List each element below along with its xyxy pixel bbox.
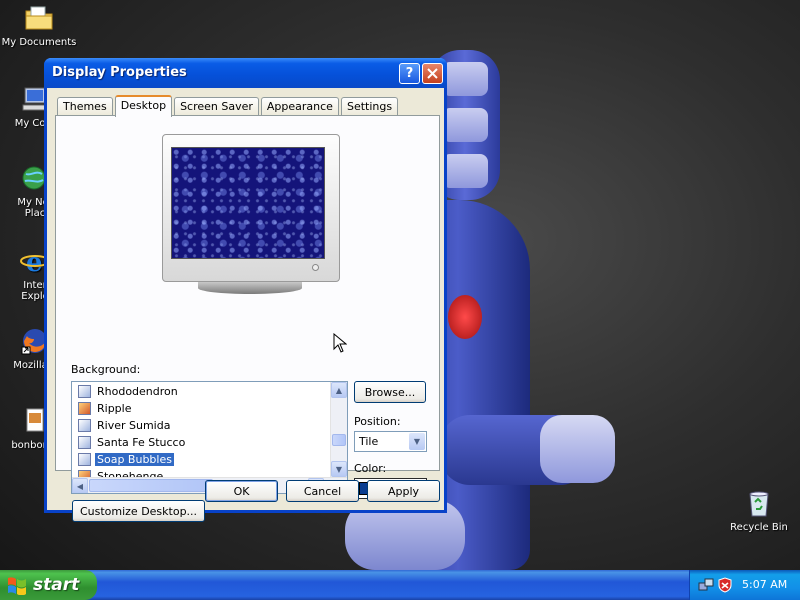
- windows-logo-icon: [8, 577, 26, 595]
- clock[interactable]: 5:07 AM: [742, 578, 787, 591]
- list-item-label: Soap Bubbles: [95, 453, 174, 466]
- folder-icon: [23, 2, 55, 34]
- horizontal-scroll-thumb[interactable]: [89, 479, 213, 492]
- scroll-down-button[interactable]: ▼: [331, 461, 347, 477]
- desktop-icon-label: My Documents: [1, 37, 77, 48]
- close-button[interactable]: [422, 63, 443, 84]
- customize-desktop-button[interactable]: Customize Desktop...: [72, 500, 205, 522]
- desktop-tab-panel: Background: Rhododendron Ripple River Su…: [55, 115, 440, 522]
- chevron-down-icon[interactable]: ▼: [409, 433, 425, 450]
- list-item[interactable]: Ripple: [78, 401, 134, 416]
- wallpaper-preview: [171, 147, 325, 259]
- tab-appearance[interactable]: Appearance: [260, 97, 339, 116]
- scroll-left-button[interactable]: ◀: [72, 478, 88, 493]
- position-label: Position:: [354, 415, 401, 428]
- chevron-left-icon: ◀: [76, 481, 84, 491]
- desktop-icon-label: Plac: [24, 208, 46, 219]
- wallpaper-ear-segment: [442, 108, 488, 142]
- bitmap-icon: [78, 419, 91, 432]
- tab-strip: Themes Desktop Screen Saver Appearance S…: [57, 94, 400, 117]
- help-button[interactable]: ?: [399, 63, 420, 84]
- color-label: Color:: [354, 462, 387, 475]
- taskbar: start 5:07 AM: [0, 570, 800, 600]
- network-tray-icon[interactable]: [698, 577, 714, 593]
- desktop-icon-label: Recycle Bin: [730, 522, 788, 533]
- desktop-icon-my-documents[interactable]: My Documents: [0, 2, 78, 48]
- list-item[interactable]: Rhododendron: [78, 384, 180, 399]
- list-item-label: River Sumida: [97, 419, 171, 432]
- list-item[interactable]: Santa Fe Stucco: [78, 435, 187, 450]
- position-select[interactable]: Tile ▼: [354, 431, 427, 452]
- monitor-preview: [162, 134, 340, 282]
- tab-settings[interactable]: Settings: [340, 97, 399, 116]
- apply-button[interactable]: Apply: [367, 480, 440, 502]
- start-button[interactable]: start: [0, 570, 97, 600]
- list-item-selected[interactable]: Soap Bubbles: [78, 452, 174, 467]
- ok-button[interactable]: OK: [205, 480, 278, 502]
- recycle-bin-icon: [743, 487, 775, 519]
- bitmap-icon: [78, 436, 91, 449]
- monitor-power-led: [312, 264, 319, 271]
- tab-themes[interactable]: Themes: [57, 97, 113, 116]
- wallpaper-hand: [540, 415, 615, 483]
- position-value: Tile: [359, 435, 379, 448]
- chevron-down-icon: ▼: [335, 464, 343, 474]
- wallpaper-ear-segment: [442, 62, 488, 96]
- background-label: Background:: [71, 363, 141, 376]
- wallpaper-ear-segment: [442, 154, 488, 188]
- svg-text:e: e: [26, 248, 43, 275]
- list-item[interactable]: River Sumida: [78, 418, 172, 433]
- vertical-scrollbar[interactable]: ▲ ▼: [330, 382, 347, 478]
- tab-desktop[interactable]: Desktop: [114, 95, 173, 117]
- monitor-stand: [198, 282, 302, 294]
- desktop: My Documents My Com My Net Plac e Inter …: [0, 0, 800, 570]
- background-list[interactable]: Rhododendron Ripple River Sumida Santa F…: [71, 381, 348, 494]
- cancel-button[interactable]: Cancel: [286, 480, 359, 502]
- bitmap-icon: [78, 453, 91, 466]
- vertical-scroll-thumb[interactable]: [332, 434, 346, 446]
- list-item-label: Santa Fe Stucco: [97, 436, 186, 449]
- system-tray: 5:07 AM: [689, 570, 800, 600]
- close-icon: [427, 68, 438, 79]
- security-alert-tray-icon[interactable]: [717, 577, 733, 593]
- tab-screen-saver[interactable]: Screen Saver: [174, 97, 259, 116]
- list-item-label: Rhododendron: [97, 385, 178, 398]
- start-label: start: [33, 575, 80, 595]
- bitmap-icon: [78, 385, 91, 398]
- title-bar[interactable]: Display Properties ?: [44, 58, 447, 88]
- desktop-icon-recycle-bin[interactable]: Recycle Bin: [720, 487, 798, 533]
- picture-icon: [78, 402, 91, 415]
- display-properties-window: Display Properties ? Themes Desktop Scre…: [44, 58, 447, 522]
- help-icon: ?: [405, 66, 414, 81]
- scroll-up-button[interactable]: ▲: [331, 382, 347, 398]
- browse-button[interactable]: Browse...: [354, 381, 426, 403]
- wallpaper-bowtie: [448, 295, 482, 339]
- mouse-cursor-icon: [333, 333, 347, 353]
- chevron-up-icon: ▲: [335, 385, 343, 395]
- window-title: Display Properties: [52, 65, 187, 80]
- list-item-label: Ripple: [97, 402, 132, 415]
